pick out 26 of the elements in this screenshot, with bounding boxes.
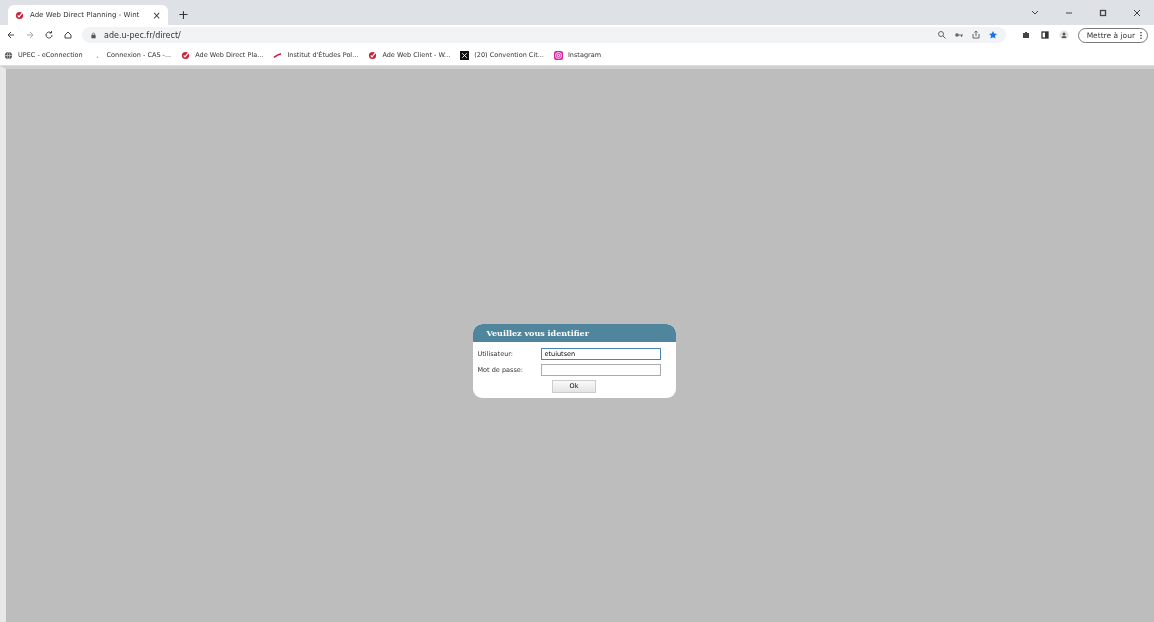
- profile-icon[interactable]: [1058, 30, 1069, 40]
- key-icon[interactable]: [953, 30, 964, 40]
- globe-icon: [4, 50, 13, 60]
- address-bar[interactable]: ade.u-pec.fr/direct/: [82, 27, 1006, 43]
- x-logo-icon: [460, 50, 470, 60]
- reload-icon[interactable]: [44, 30, 54, 40]
- logo-icon: [181, 50, 191, 60]
- camera-icon: [553, 50, 563, 60]
- restore-icon[interactable]: [1098, 8, 1108, 18]
- side-panel-icon[interactable]: [1039, 30, 1050, 40]
- logo-icon: [15, 10, 24, 20]
- tab-close-button[interactable]: ×: [152, 9, 161, 21]
- more-icon[interactable]: [1139, 30, 1143, 40]
- address-text: ade.u-pec.fr/direct/: [104, 30, 181, 40]
- zoom-icon[interactable]: [936, 30, 947, 40]
- dialog-title: Veuillez vous identifier: [472, 323, 676, 342]
- input-field[interactable]: [540, 363, 661, 376]
- share-icon[interactable]: [970, 30, 981, 40]
- back-icon[interactable]: [6, 30, 16, 40]
- close-icon[interactable]: [1132, 8, 1142, 18]
- home-icon[interactable]: [63, 30, 73, 40]
- new-tab-button[interactable]: +: [178, 7, 189, 22]
- logo-icon: [368, 50, 378, 60]
- star-icon[interactable]: [987, 30, 998, 40]
- stroke-icon: [273, 50, 283, 60]
- lock-icon: [90, 31, 97, 39]
